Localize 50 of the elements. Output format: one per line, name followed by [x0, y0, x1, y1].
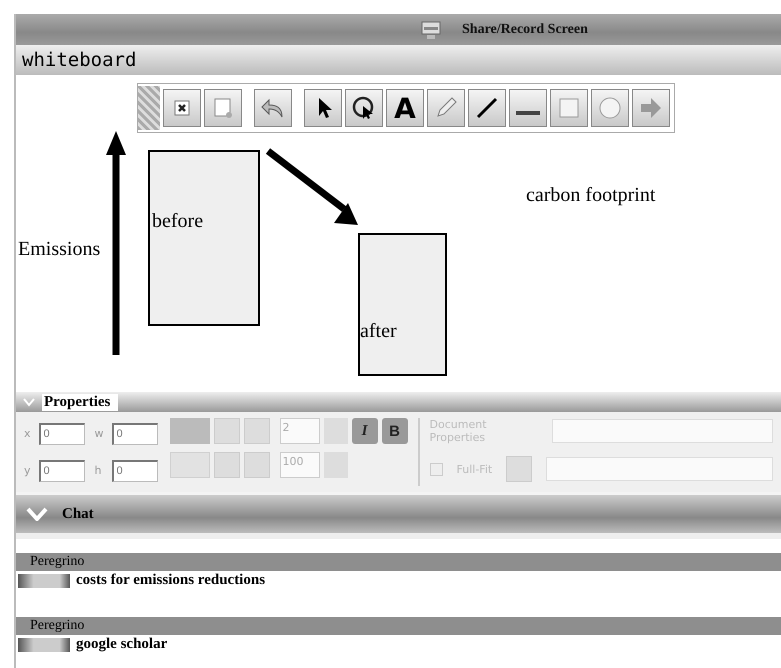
- drag-handle[interactable]: [138, 86, 160, 130]
- message-author: Peregrino: [16, 553, 781, 571]
- canvas-text[interactable]: carbon footprint: [526, 184, 656, 207]
- lasso-cursor-tool-button[interactable]: [345, 89, 383, 127]
- drawn-rectangle[interactable]: [148, 150, 260, 326]
- field-label: y: [24, 464, 31, 477]
- line-icon: [474, 95, 500, 121]
- field-label: h: [94, 464, 102, 477]
- canvas-text[interactable]: Emissions: [18, 238, 100, 261]
- undo-tool-button[interactable]: [254, 89, 292, 127]
- italic-button[interactable]: I: [352, 418, 378, 444]
- full-fit-checkbox[interactable]: [430, 462, 443, 476]
- line-color-button[interactable]: [214, 418, 240, 444]
- bold-button[interactable]: B: [382, 418, 408, 444]
- whiteboard-canvas[interactable]: A before after Emissions carbon footprint: [16, 75, 781, 392]
- message-author: Peregrino: [16, 617, 781, 635]
- clear-tool-button[interactable]: [163, 89, 201, 127]
- text-tool-button[interactable]: A: [386, 89, 424, 127]
- message-text: costs for emissions reductions: [76, 572, 266, 589]
- cursor-tool-button[interactable]: [304, 89, 342, 127]
- circle-tool-button[interactable]: [591, 89, 629, 127]
- line-tool-button[interactable]: [468, 89, 506, 127]
- screen-share-title[interactable]: Share/Record Screen: [462, 22, 588, 38]
- color-swatch[interactable]: [170, 452, 210, 478]
- field-label: w: [94, 427, 104, 440]
- chevron-down-icon: [26, 507, 48, 521]
- monitor-icon: [420, 18, 442, 40]
- arrow-icon: [638, 95, 664, 121]
- text-field[interactable]: [552, 419, 773, 443]
- whiteboard-title: whiteboard: [16, 45, 781, 75]
- fill-color-button[interactable]: [214, 452, 240, 478]
- message-text: google scholar: [76, 636, 168, 653]
- avatar-placeholder: [18, 638, 70, 652]
- drawn-rectangle[interactable]: [358, 233, 447, 376]
- avatar-placeholder: [18, 574, 70, 588]
- chevron-down-icon: [22, 397, 36, 407]
- canvas-text[interactable]: before: [152, 210, 204, 233]
- canvas-text[interactable]: after: [360, 320, 397, 343]
- number-field[interactable]: 0: [38, 422, 85, 444]
- panel-title: Properties: [42, 394, 118, 410]
- number-field[interactable]: 0: [112, 460, 158, 482]
- number-field[interactable]: 0: [38, 460, 85, 482]
- text-field[interactable]: [546, 457, 773, 481]
- number-field[interactable]: 0: [112, 422, 158, 444]
- panel-title: Chat: [62, 506, 94, 522]
- circle-icon: [597, 95, 623, 121]
- field-label: x: [24, 427, 31, 440]
- horizontal-line-tool-button[interactable]: [509, 89, 547, 127]
- color-swatch[interactable]: [170, 418, 210, 444]
- arrow-tool-button[interactable]: [632, 89, 670, 127]
